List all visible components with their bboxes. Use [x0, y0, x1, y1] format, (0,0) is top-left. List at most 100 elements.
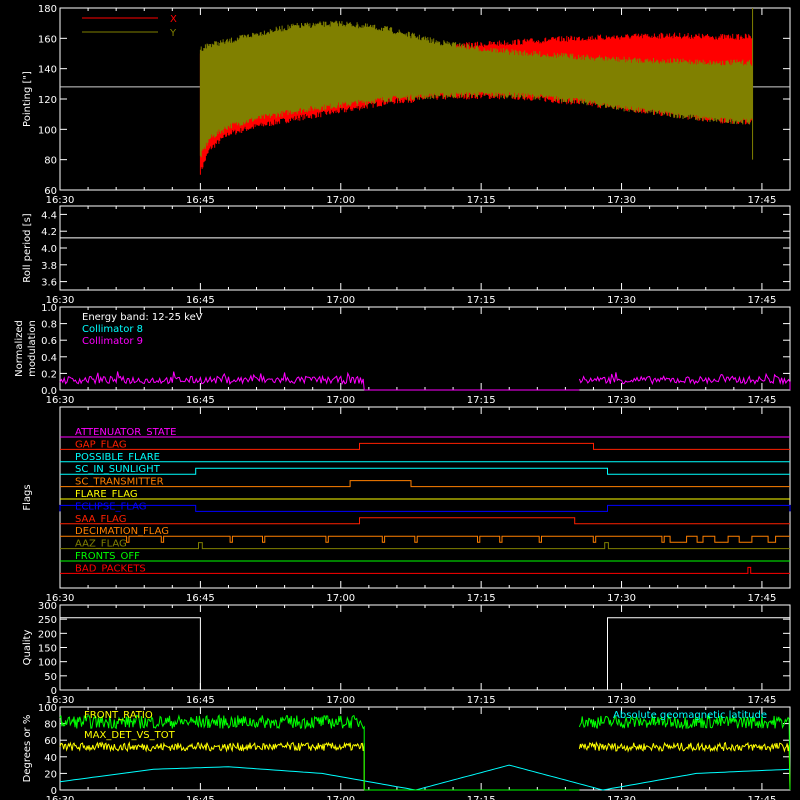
quality-xtick-label: 17:45	[748, 695, 777, 706]
pointing-ylabel: Pointing ["]	[22, 71, 33, 127]
flag-label-bad-packets: BAD_PACKETS	[75, 563, 146, 574]
flag-line-gap-flag	[60, 442, 790, 450]
roll_period-ytick-label: 3.8	[41, 261, 57, 272]
roll_period-ylabel: Roll period [s]	[22, 213, 33, 282]
modulation-ylabel: modulation	[27, 320, 38, 377]
flag-label-aaz-flag: AAZ_FLAG	[75, 539, 127, 550]
front-ratio-series	[59, 714, 791, 791]
flags-xtick-label: 17:00	[326, 593, 355, 604]
pointing-xtick-label: 17:00	[326, 195, 355, 206]
degrees-xtick-label: 17:45	[748, 795, 777, 800]
roll_period-panel	[59, 205, 791, 291]
pointing-ytick-label: 60	[44, 186, 57, 197]
flag-line-decimation-flag	[60, 535, 790, 543]
pointing-ytick-label: 100	[38, 125, 57, 136]
legend-label-Y: Y	[169, 28, 177, 39]
quality-ytick-label: 100	[38, 658, 57, 669]
modulation-xtick-label: 16:45	[186, 395, 215, 406]
flag-label-possible-flare: POSSIBLE_FLARE	[75, 452, 160, 463]
modulation-xtick-label: 17:00	[326, 395, 355, 406]
quality-ytick-label: 200	[38, 629, 57, 640]
quality-xtick-label: 17:30	[607, 695, 636, 706]
degrees-xtick-label: 17:30	[607, 795, 636, 800]
quality-ytick-label: 300	[38, 601, 57, 612]
legend-geomag-latitude: Absolute geomagnetic latitude	[613, 710, 767, 721]
modulation-ylabel: Normalized	[14, 320, 25, 377]
modulation-ytick-label: 0.2	[41, 369, 57, 380]
modulation-xtick-label: 17:15	[467, 395, 496, 406]
degrees-ytick-label: 40	[44, 753, 57, 764]
pointing-ytick-label: 140	[38, 65, 57, 76]
flag-label-attenuator-state: ATTENUATOR_STATE	[75, 427, 176, 438]
roll_period-xtick-label: 17:15	[467, 295, 496, 306]
modulation-ytick-label: 0.0	[41, 386, 57, 397]
pointing-xtick-label: 17:30	[607, 195, 636, 206]
degrees-xtick-label: 17:00	[326, 795, 355, 800]
roll_period-xtick-label: 17:45	[748, 295, 777, 306]
roll_period-ytick-label: 4.2	[41, 227, 57, 238]
flag-label-gap-flag: GAP_FLAG	[75, 439, 127, 450]
flags-ylabel: Flags	[22, 484, 33, 510]
quality-ytick-label: 150	[38, 644, 57, 655]
modulation-xtick-label: 17:30	[607, 395, 636, 406]
quality-panel	[59, 604, 791, 691]
pointing-ytick-label: 160	[38, 34, 57, 45]
degrees-ytick-label: 80	[44, 720, 57, 731]
modulation-ytick-label: 0.6	[41, 336, 57, 347]
pointing-xtick-label: 16:45	[186, 195, 215, 206]
modulation-xtick-label: 17:45	[748, 395, 777, 406]
degrees-xtick-label: 16:45	[186, 795, 215, 800]
roll_period-xtick-label: 16:45	[186, 295, 215, 306]
flag-line-aaz-flag	[60, 542, 790, 550]
quality-ytick-label: 50	[44, 672, 57, 683]
flag-label-sc-transmitter: SC_TRANSMITTER	[75, 477, 164, 488]
flag-line-sc-in-sunlight	[60, 467, 790, 475]
flags-xtick-label: 17:15	[467, 593, 496, 604]
flag-label-decimation-flag: DECIMATION_FLAG	[75, 526, 169, 537]
degrees-ytick-label: 0	[51, 786, 57, 797]
flag-line-bad-packets	[60, 566, 790, 574]
flags-xtick-label: 16:45	[186, 593, 215, 604]
flag-line-saa-flag	[60, 517, 790, 525]
flag-label-saa-flag: SAA_FLAG	[75, 514, 126, 525]
pointing-ytick-label: 120	[38, 95, 57, 106]
degrees-ytick-label: 60	[44, 736, 57, 747]
flags-xtick-label: 17:45	[748, 593, 777, 604]
pointing-xtick-label: 17:15	[467, 195, 496, 206]
quality-series	[60, 617, 790, 691]
quality-ytick-label: 0	[51, 686, 57, 697]
flag-line-eclipse-flag	[59, 504, 791, 512]
roll_period-ytick-label: 3.6	[41, 278, 57, 289]
quality-xtick-label: 17:00	[326, 695, 355, 706]
roll_period-xtick-label: 17:00	[326, 295, 355, 306]
roll_period-ytick-label: 4.4	[41, 210, 57, 221]
pointing-ytick-label: 80	[44, 156, 57, 167]
flag-label-eclipse-flag: ECLIPSE_FLAG	[75, 501, 146, 512]
degrees-ytick-label: 100	[38, 703, 57, 714]
chart-canvas: 16:3016:4517:0017:1517:3017:4518:00Point…	[14, 4, 791, 800]
modulation-ytick-label: 1.0	[41, 303, 57, 314]
roll_period-frame	[59, 205, 791, 291]
degrees-ylabel: Degrees or %	[22, 715, 33, 783]
modulation-ytick-label: 0.8	[41, 320, 57, 331]
roll_period-xtick-label: 17:30	[607, 295, 636, 306]
flag-label-sc-in-sunlight: SC_IN_SUNLIGHT	[75, 464, 161, 475]
pointing-ytick-label: 180	[38, 4, 57, 15]
max-det-vs-tot-series	[59, 741, 791, 791]
quality-xtick-label: 17:15	[467, 695, 496, 706]
quality-ylabel: Quality	[22, 630, 33, 666]
modulation-ytick-label: 0.4	[41, 353, 57, 364]
flag-label-flare-flag: FLARE_FLAG	[75, 489, 138, 500]
modulation-annotation: Collimator 8	[82, 324, 143, 335]
flags-xtick-label: 17:30	[607, 593, 636, 604]
degrees-xtick-label: 17:15	[467, 795, 496, 800]
roll_period-ytick-label: 4.0	[41, 244, 57, 255]
legend-label-X: X	[170, 14, 177, 25]
modulation-annotation: Collimator 9	[82, 336, 143, 347]
legend-front-ratio: FRONT_RATIO	[84, 710, 153, 721]
quality-xtick-label: 16:45	[186, 695, 215, 706]
quality-ytick-label: 250	[38, 615, 57, 626]
legend-max-det-vs-tot: MAX_DET_VS_TOT	[84, 730, 176, 741]
flag-line-sc-transmitter	[60, 480, 790, 488]
modulation-annotation: Energy band: 12-25 keV	[82, 312, 203, 323]
